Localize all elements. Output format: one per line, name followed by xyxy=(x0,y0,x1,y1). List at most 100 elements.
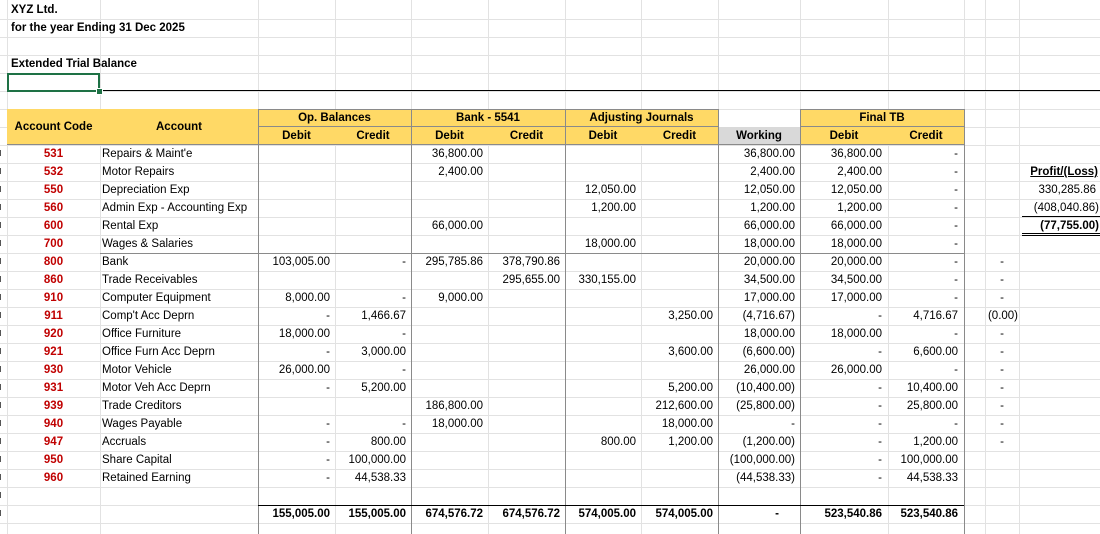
extra-col-2-cell[interactable]: - xyxy=(1000,325,1004,343)
ftb-credit-cell[interactable]: - xyxy=(888,325,958,343)
ftb-credit-cell[interactable]: - xyxy=(888,415,958,433)
adj-debit-cell[interactable] xyxy=(565,343,636,361)
active-cell-selection[interactable] xyxy=(7,73,100,92)
fill-handle[interactable] xyxy=(96,88,103,95)
bank-credit-cell[interactable]: 295,655.00 xyxy=(488,271,560,289)
adj-debit-cell[interactable] xyxy=(565,253,636,271)
account-name-cell[interactable]: Wages & Salaries xyxy=(102,235,258,253)
adj-debit-cell[interactable] xyxy=(565,469,636,487)
op-credit-cell[interactable] xyxy=(335,235,406,253)
bank-debit-cell[interactable]: 2,400.00 xyxy=(411,163,483,181)
bank-debit-cell[interactable]: 18,000.00 xyxy=(411,415,483,433)
op-debit-cell[interactable]: 103,005.00 xyxy=(258,253,330,271)
account-name-cell[interactable]: Rental Exp xyxy=(102,217,258,235)
op-credit-cell[interactable]: 3,000.00 xyxy=(335,343,406,361)
bank-debit-cell[interactable] xyxy=(411,343,483,361)
bank-credit-cell[interactable] xyxy=(488,397,560,415)
bank-debit-cell[interactable] xyxy=(411,325,483,343)
adj-debit-cell[interactable] xyxy=(565,289,636,307)
account-name-cell[interactable]: Admin Exp - Accounting Exp xyxy=(102,199,258,217)
total-ftb-credit[interactable]: 523,540.86 xyxy=(888,505,958,523)
account-name-cell[interactable]: Computer Equipment xyxy=(102,289,258,307)
extra-col-2-cell[interactable]: - xyxy=(1000,433,1004,451)
op-credit-cell[interactable] xyxy=(335,163,406,181)
op-credit-cell[interactable] xyxy=(335,271,406,289)
adj-debit-cell[interactable]: 800.00 xyxy=(565,433,636,451)
bank-credit-cell[interactable] xyxy=(488,289,560,307)
ftb-credit-cell[interactable]: - xyxy=(888,199,958,217)
account-name-cell[interactable]: Wages Payable xyxy=(102,415,258,433)
account-name-cell[interactable]: Office Furniture xyxy=(102,325,258,343)
account-name-cell[interactable]: Trade Receivables xyxy=(102,271,258,289)
bank-debit-cell[interactable] xyxy=(411,181,483,199)
ftb-debit-cell[interactable]: - xyxy=(800,379,882,397)
op-debit-cell[interactable] xyxy=(258,199,330,217)
op-debit-cell[interactable]: 8,000.00 xyxy=(258,289,330,307)
bank-credit-cell[interactable] xyxy=(488,163,560,181)
account-code-cell[interactable]: 911 xyxy=(7,307,100,325)
adj-credit-cell[interactable] xyxy=(641,217,713,235)
ftb-debit-cell[interactable]: 26,000.00 xyxy=(800,361,882,379)
adj-credit-cell[interactable] xyxy=(641,145,713,163)
adj-debit-cell[interactable] xyxy=(565,361,636,379)
working-cell[interactable]: 20,000.00 xyxy=(718,253,795,271)
adj-debit-cell[interactable]: 1,200.00 xyxy=(565,199,636,217)
bank-credit-cell[interactable] xyxy=(488,325,560,343)
op-debit-cell[interactable] xyxy=(258,271,330,289)
ftb-debit-cell[interactable]: 1,200.00 xyxy=(800,199,882,217)
op-debit-cell[interactable]: - xyxy=(258,469,330,487)
bank-credit-cell[interactable] xyxy=(488,415,560,433)
op-credit-cell[interactable] xyxy=(335,199,406,217)
working-cell[interactable]: (10,400.00) xyxy=(718,379,795,397)
total-bank-credit[interactable]: 674,576.72 xyxy=(488,505,560,523)
account-name-cell[interactable]: Motor Vehicle xyxy=(102,361,258,379)
adj-credit-cell[interactable]: 3,250.00 xyxy=(641,307,713,325)
ftb-credit-cell[interactable]: 44,538.33 xyxy=(888,469,958,487)
op-credit-cell[interactable]: - xyxy=(335,253,406,271)
extra-col-2-cell[interactable] xyxy=(1000,235,1004,253)
bank-debit-cell[interactable] xyxy=(411,379,483,397)
op-debit-cell[interactable]: 26,000.00 xyxy=(258,361,330,379)
adj-debit-cell[interactable] xyxy=(565,451,636,469)
adj-credit-cell[interactable] xyxy=(641,361,713,379)
account-code-cell[interactable]: 921 xyxy=(7,343,100,361)
adj-debit-cell[interactable]: 12,050.00 xyxy=(565,181,636,199)
ftb-credit-cell[interactable]: - xyxy=(888,145,958,163)
bank-debit-cell[interactable] xyxy=(411,451,483,469)
op-debit-cell[interactable]: 18,000.00 xyxy=(258,325,330,343)
bank-credit-cell[interactable] xyxy=(488,145,560,163)
adj-debit-cell[interactable] xyxy=(565,163,636,181)
op-debit-cell[interactable]: - xyxy=(258,415,330,433)
bank-credit-cell[interactable] xyxy=(488,235,560,253)
working-cell[interactable]: 2,400.00 xyxy=(718,163,795,181)
adj-credit-cell[interactable] xyxy=(641,199,713,217)
account-name-cell[interactable]: Retained Earning xyxy=(102,469,258,487)
account-code-cell[interactable]: 947 xyxy=(7,433,100,451)
working-cell[interactable]: 18,000.00 xyxy=(718,235,795,253)
ftb-credit-cell[interactable]: 6,600.00 xyxy=(888,343,958,361)
bank-debit-cell[interactable] xyxy=(411,433,483,451)
ftb-credit-cell[interactable]: - xyxy=(888,253,958,271)
adj-credit-cell[interactable] xyxy=(641,271,713,289)
account-code-cell[interactable]: 910 xyxy=(7,289,100,307)
bank-credit-cell[interactable] xyxy=(488,199,560,217)
bank-credit-cell[interactable] xyxy=(488,469,560,487)
total-op-debit[interactable]: 155,005.00 xyxy=(258,505,330,523)
account-code-cell[interactable]: 950 xyxy=(7,451,100,469)
ftb-credit-cell[interactable]: - xyxy=(888,361,958,379)
ftb-credit-cell[interactable]: 100,000.00 xyxy=(888,451,958,469)
account-name-cell[interactable]: Share Capital xyxy=(102,451,258,469)
ftb-debit-cell[interactable]: 12,050.00 xyxy=(800,181,882,199)
account-code-cell[interactable]: 940 xyxy=(7,415,100,433)
op-credit-cell[interactable]: - xyxy=(335,289,406,307)
op-credit-cell[interactable] xyxy=(335,145,406,163)
op-credit-cell[interactable]: 44,538.33 xyxy=(335,469,406,487)
account-code-cell[interactable]: 931 xyxy=(7,379,100,397)
working-cell[interactable]: 36,800.00 xyxy=(718,145,795,163)
adj-credit-cell[interactable] xyxy=(641,451,713,469)
op-credit-cell[interactable] xyxy=(335,397,406,415)
adj-debit-cell[interactable] xyxy=(565,325,636,343)
ftb-debit-cell[interactable]: - xyxy=(800,433,882,451)
bank-credit-cell[interactable] xyxy=(488,217,560,235)
op-debit-cell[interactable]: - xyxy=(258,307,330,325)
